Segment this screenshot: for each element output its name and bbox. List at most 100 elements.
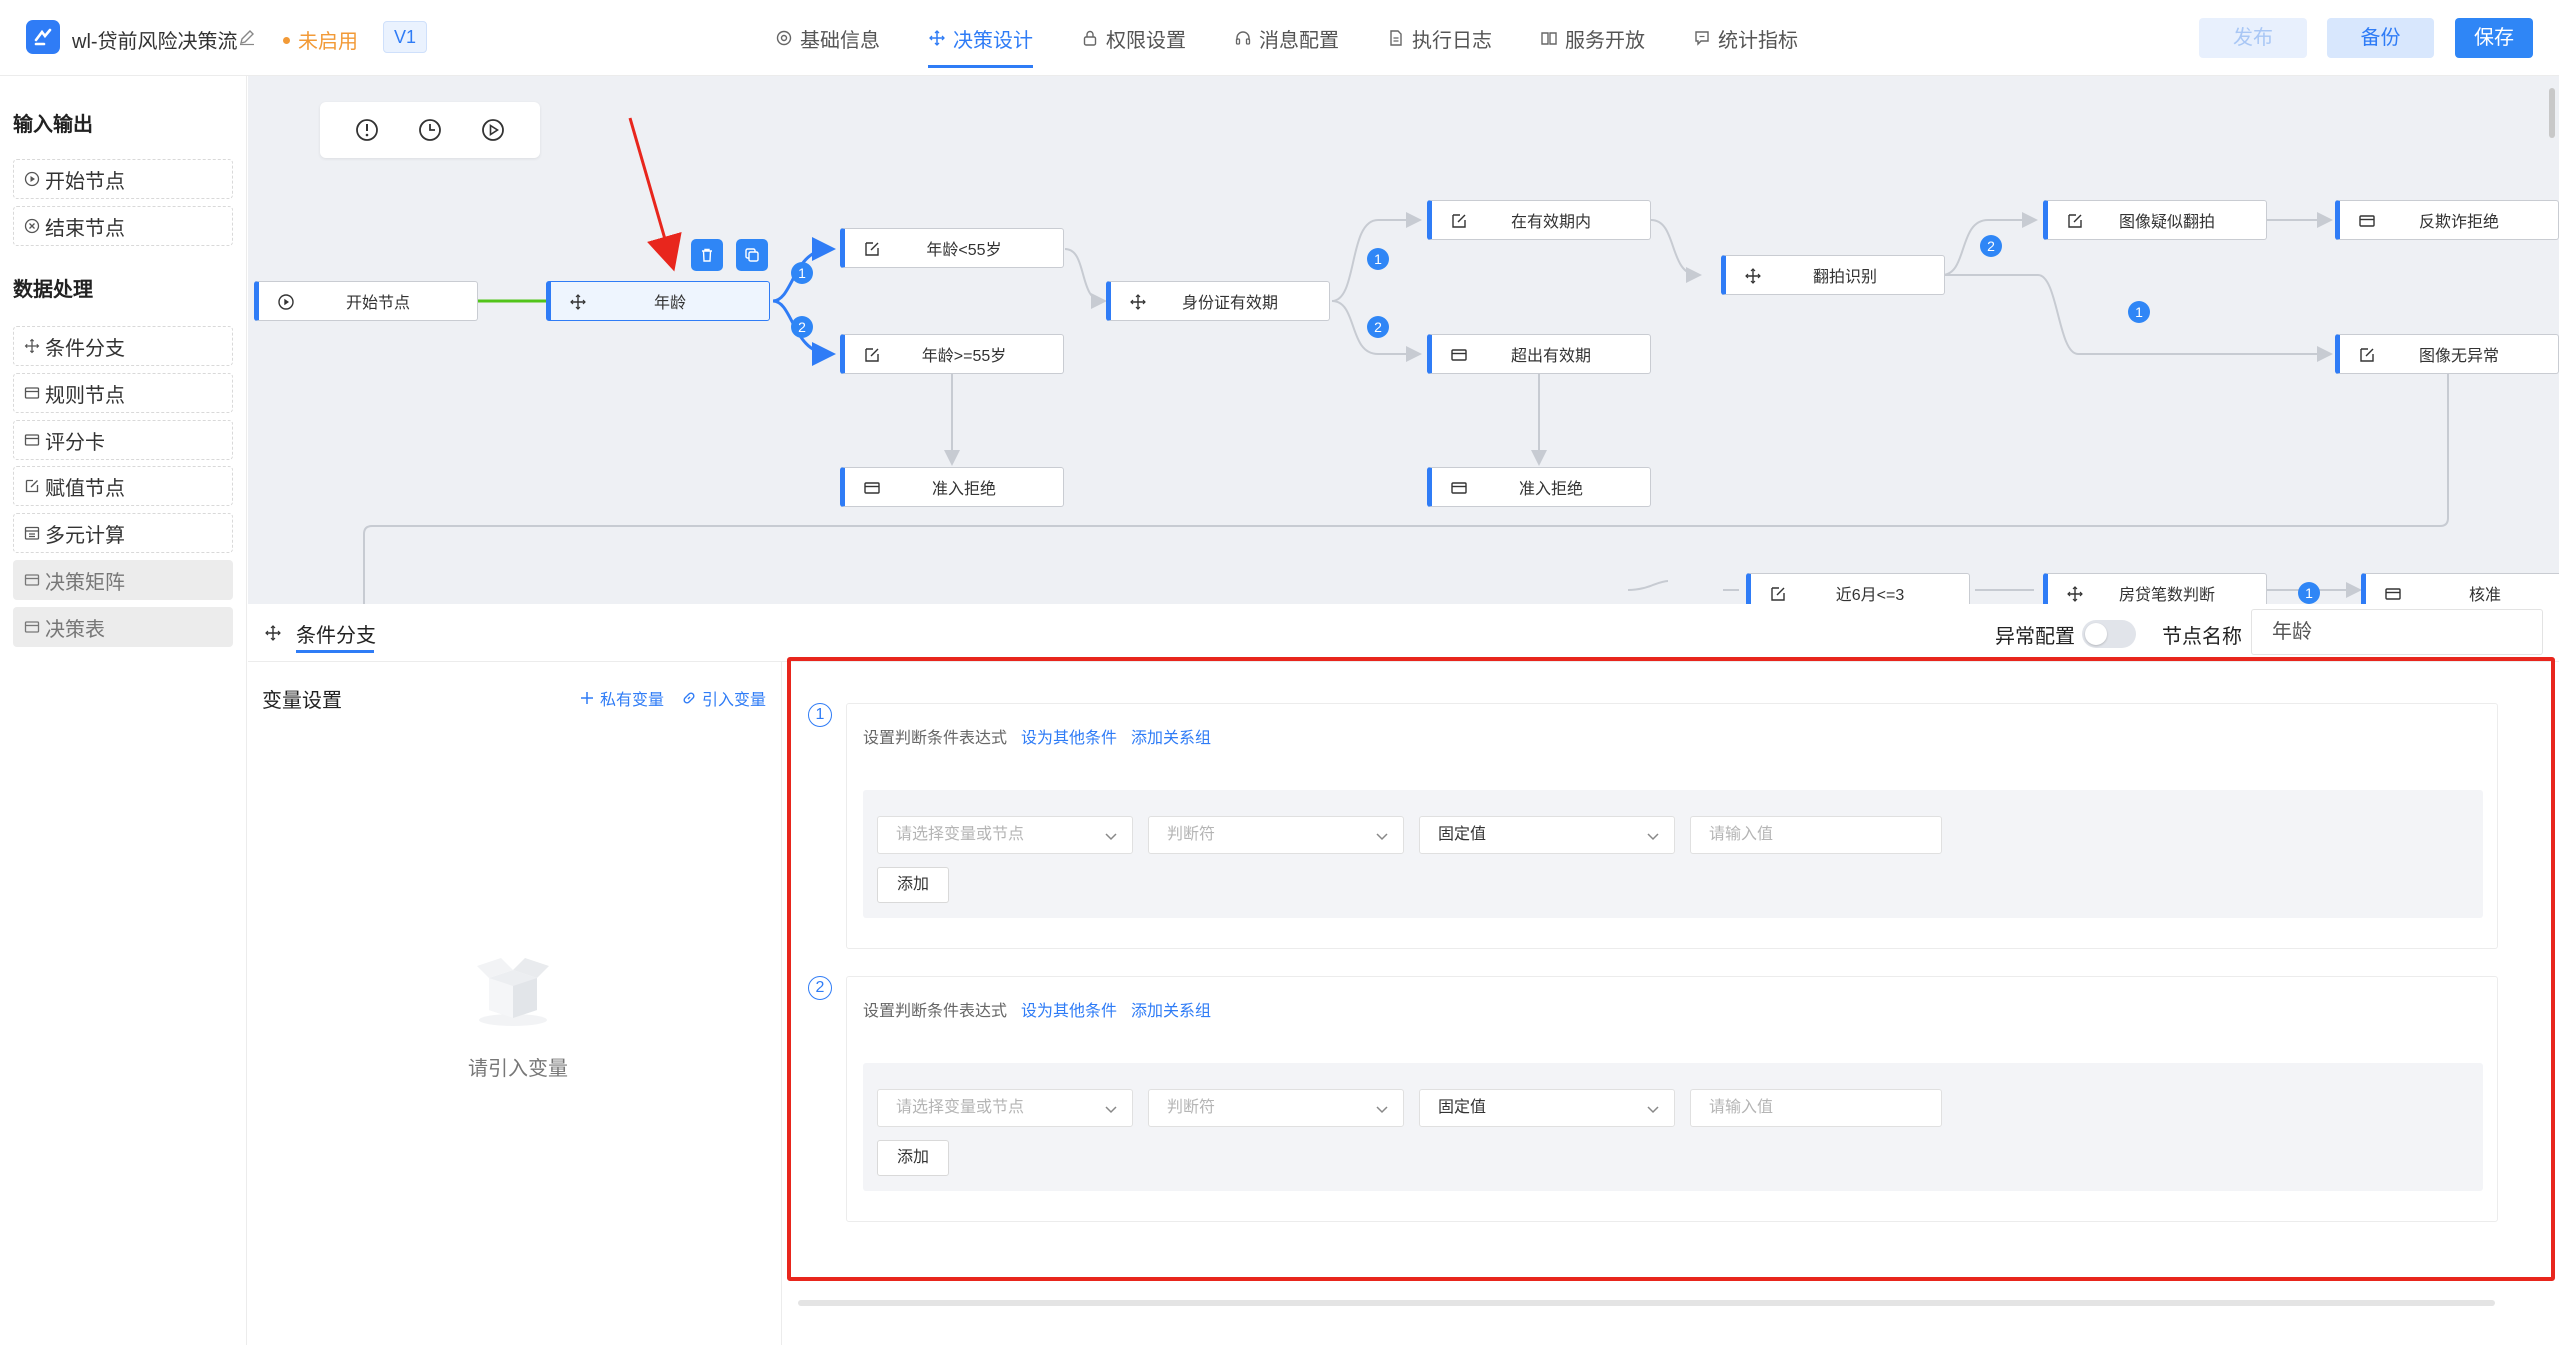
sidebar-item-rule-node[interactable]: 规则节点	[13, 373, 233, 413]
flow-node-age-ge55[interactable]: 年龄>=55岁	[840, 334, 1064, 374]
tab-permissions[interactable]: 权限设置	[1066, 0, 1201, 76]
edit-icon	[2358, 346, 2376, 364]
play-circle-icon	[277, 293, 295, 311]
branch-badge: 1	[2298, 582, 2320, 604]
tab-basic-info[interactable]: 基础信息	[760, 0, 895, 76]
edit-icon	[2066, 212, 2084, 230]
tab-active-indicator	[296, 650, 374, 653]
copy-node-button[interactable]	[736, 239, 768, 271]
flow-node-six-month[interactable]: 近6月<=3	[1746, 573, 1970, 604]
sidebar-item-scorecard[interactable]: 评分卡	[13, 420, 233, 460]
publish-button[interactable]: 发布	[2199, 18, 2307, 58]
flow-node-start[interactable]: 开始节点	[254, 281, 478, 321]
document-icon	[1390, 30, 1402, 46]
sidebar-item-multi-calc[interactable]: 多元计算	[13, 513, 233, 553]
add-condition-button[interactable]: 添加	[877, 867, 949, 903]
edit-icon	[1769, 585, 1787, 603]
branch-badge: 1	[1367, 248, 1389, 270]
branch-badge: 2	[1980, 235, 2002, 257]
edit-title-icon[interactable]	[238, 28, 256, 46]
flow-node-suspect[interactable]: 图像疑似翻拍	[2043, 200, 2267, 240]
set-other-condition-link[interactable]: 设为其他条件	[1021, 997, 1117, 1021]
branch-badge: 2	[791, 316, 813, 338]
card-icon	[24, 574, 40, 586]
flow-node-age-lt55[interactable]: 年龄<55岁	[840, 228, 1064, 268]
flow-node-in-valid[interactable]: 在有效期内	[1427, 200, 1651, 240]
sidebar-item-condition-branch[interactable]: 条件分支	[13, 326, 233, 366]
move-icon	[1744, 267, 1762, 285]
value-type-select[interactable]: 固定值	[1419, 816, 1675, 854]
flow-node-expired[interactable]: 超出有效期	[1427, 334, 1651, 374]
condition-index: 2	[808, 976, 832, 1000]
condition-expression-row: 请选择变量或节点 判断符 固定值 请输入值 添加	[863, 1063, 2483, 1191]
history-icon[interactable]	[412, 112, 448, 148]
move-icon	[929, 30, 945, 46]
flow-node-reject-1[interactable]: 准入拒绝	[840, 467, 1064, 507]
variable-settings-panel: 变量设置 私有变量 引入变量 请引入变量	[248, 662, 782, 1345]
run-icon[interactable]	[475, 112, 511, 148]
card-icon	[863, 479, 881, 497]
card-icon	[2384, 585, 2402, 603]
node-name-input[interactable]: 年龄	[2251, 609, 2543, 655]
flow-node-reject-2[interactable]: 准入拒绝	[1427, 467, 1651, 507]
chevron-down-icon	[1105, 1106, 1117, 1114]
sidebar-item-end-node[interactable]: 结束节点	[13, 206, 233, 246]
flow-node-antifraud[interactable]: 反欺诈拒绝	[2335, 200, 2559, 240]
flow-canvas[interactable]: 开始节点 年龄 年龄<55岁 年龄>=55岁 准入拒绝 身份证有效期 在有效期内…	[248, 76, 2559, 604]
main-tabs: 基础信息 决策设计 权限设置 消息配置 执行日志 服务开放 统计指标	[760, 0, 1831, 76]
chat-icon	[1695, 31, 1709, 46]
info-icon[interactable]	[349, 112, 385, 148]
backup-button[interactable]: 备份	[2327, 18, 2434, 58]
copy-icon	[745, 248, 759, 262]
value-type-select[interactable]: 固定值	[1419, 1089, 1675, 1127]
anomaly-toggle[interactable]	[2082, 620, 2136, 648]
tab-message-config[interactable]: 消息配置	[1219, 0, 1354, 76]
sidebar-group-data: 数据处理	[13, 279, 93, 301]
value-input[interactable]: 请输入值	[1690, 1089, 1942, 1127]
flow-node-age[interactable]: 年龄	[546, 281, 770, 321]
flow-edges	[363, 117, 2449, 604]
condition-expression-row: 请选择变量或节点 判断符 固定值 请输入值 添加	[863, 790, 2483, 918]
move-icon	[1129, 293, 1147, 311]
node-name-label: 节点名称	[2162, 626, 2242, 648]
variable-select[interactable]: 请选择变量或节点	[877, 1089, 1133, 1127]
private-variable-link[interactable]: 私有变量	[580, 686, 664, 710]
flow-node-approve[interactable]: 核准	[2361, 573, 2559, 604]
top-bar: wl-贷前风险决策流 未启用 V1 基础信息 决策设计 权限设置 消息配置 执行…	[0, 0, 2559, 76]
node-config-header: 条件分支 异常配置 节点名称 年龄	[248, 604, 2559, 662]
branch-badge: 1	[2128, 301, 2150, 323]
version-badge: V1	[383, 21, 427, 53]
operator-select[interactable]: 判断符	[1148, 1089, 1404, 1127]
add-relation-group-link[interactable]: 添加关系组	[1131, 997, 1211, 1021]
anomaly-config-label: 异常配置	[1995, 626, 2075, 648]
book-icon	[1541, 32, 1557, 45]
flow-node-mortgage[interactable]: 房贷笔数判断	[2043, 573, 2267, 604]
flow-node-id-valid[interactable]: 身份证有效期	[1106, 281, 1330, 321]
value-input[interactable]: 请输入值	[1690, 816, 1942, 854]
flow-node-recapture[interactable]: 翻拍识别	[1721, 255, 1945, 295]
operator-select[interactable]: 判断符	[1148, 816, 1404, 854]
horizontal-scrollbar[interactable]	[798, 1300, 2495, 1306]
import-variable-link[interactable]: 引入变量	[682, 686, 766, 710]
add-condition-button[interactable]: 添加	[877, 1140, 949, 1176]
flow-node-img-ok[interactable]: 图像无异常	[2335, 334, 2559, 374]
add-relation-group-link[interactable]: 添加关系组	[1131, 724, 1211, 748]
delete-node-button[interactable]	[691, 239, 723, 271]
sidebar-item-start-node[interactable]: 开始节点	[13, 159, 233, 199]
trash-icon	[702, 248, 712, 262]
tab-service-open[interactable]: 服务开放	[1525, 0, 1660, 76]
variable-settings-title: 变量设置	[262, 690, 342, 712]
tab-decision-design[interactable]: 决策设计	[913, 0, 1048, 76]
variable-select[interactable]: 请选择变量或节点	[877, 816, 1133, 854]
sidebar-item-assign-node[interactable]: 赋值节点	[13, 466, 233, 506]
chevron-down-icon	[1647, 1106, 1659, 1114]
condition-headline: 设置判断条件表达式 设为其他条件 添加关系组	[863, 997, 1211, 1021]
tab-statistics[interactable]: 统计指标	[1678, 0, 1813, 76]
tab-execution-log[interactable]: 执行日志	[1372, 0, 1507, 76]
save-button[interactable]: 保存	[2455, 18, 2533, 58]
canvas-scrollbar[interactable]	[2549, 88, 2555, 138]
set-other-condition-link[interactable]: 设为其他条件	[1021, 724, 1117, 748]
tab-condition-branch[interactable]: 条件分支	[264, 604, 376, 662]
sidebar-item-decision-matrix: 决策矩阵	[13, 560, 233, 600]
condition-block-1: 1 设置判断条件表达式 设为其他条件 添加关系组 请选择变量或节点 判断符 固定…	[808, 703, 2498, 949]
